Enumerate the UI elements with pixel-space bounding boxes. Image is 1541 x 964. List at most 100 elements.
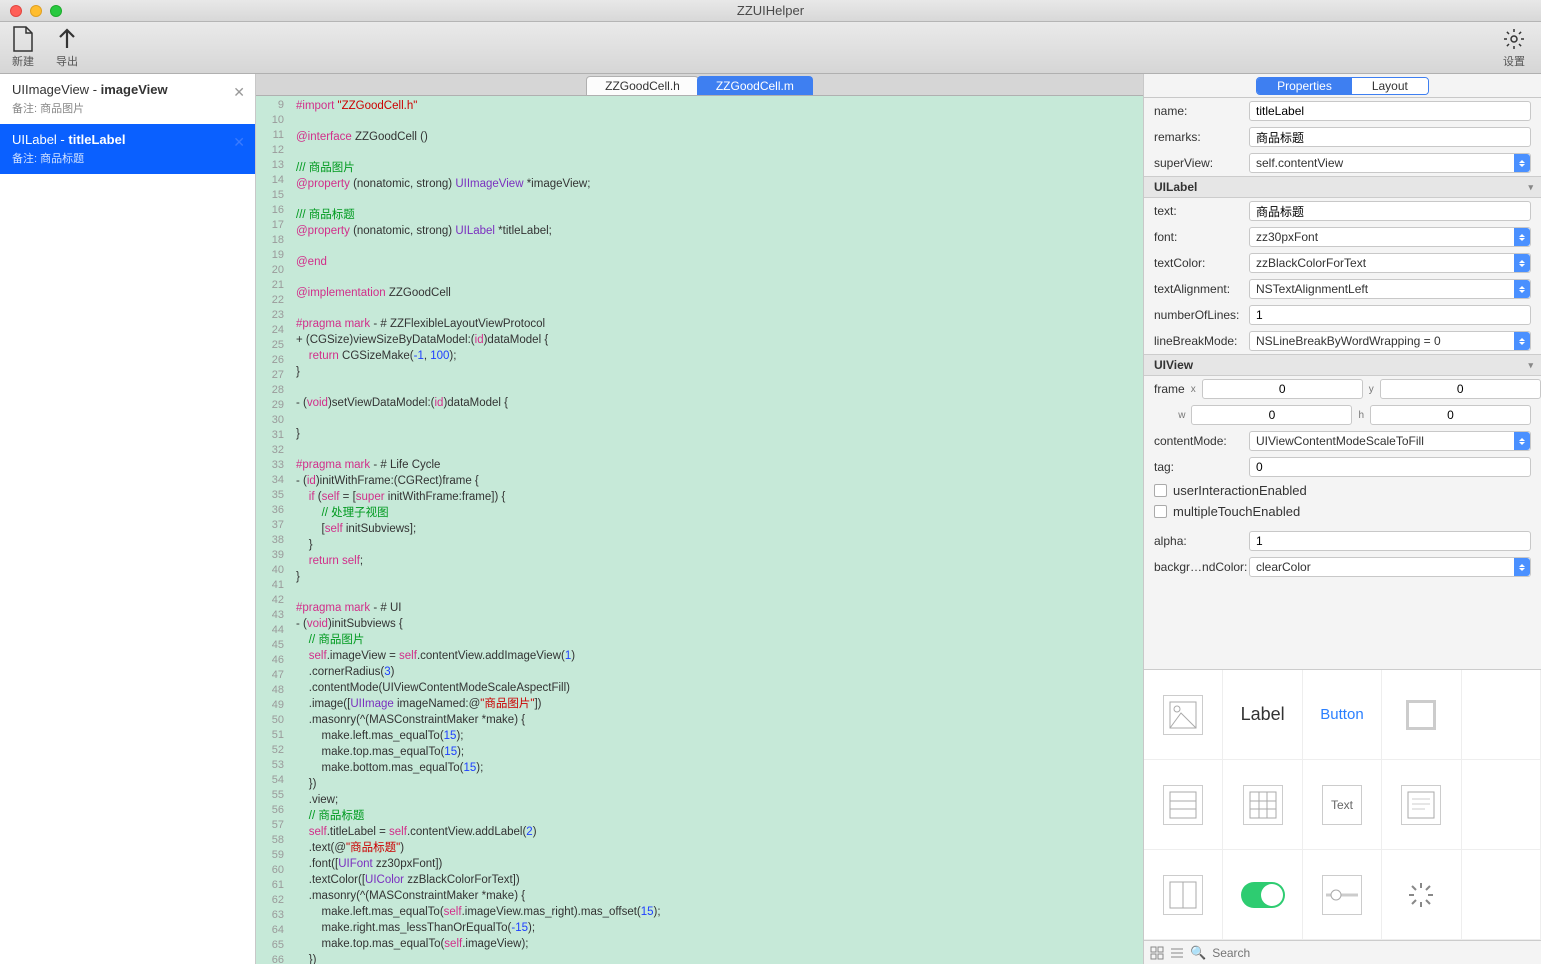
chevron-down-icon: ▾ [1528, 360, 1533, 371]
frame-x-input[interactable] [1202, 379, 1363, 399]
chevron-updown-icon [1514, 332, 1530, 350]
sidebar-item-imageview[interactable]: UIImageView - imageView 备注: 商品图片 ✕ [0, 74, 255, 124]
frame-h-input[interactable] [1370, 405, 1531, 425]
section-uilabel[interactable]: UILabel▾ [1144, 176, 1541, 198]
grid-view-icon[interactable] [1150, 946, 1164, 960]
close-icon[interactable]: ✕ [233, 84, 245, 101]
alpha-input[interactable] [1249, 531, 1531, 551]
search-input[interactable] [1212, 946, 1535, 960]
sidebar-item-title: UIImageView - imageView [12, 82, 243, 97]
palette-spinner[interactable] [1382, 850, 1461, 940]
name-input[interactable] [1249, 101, 1531, 121]
text-input[interactable] [1249, 201, 1531, 221]
chevron-updown-icon [1514, 154, 1530, 172]
palette-textview[interactable] [1382, 760, 1461, 850]
traffic-lights [10, 5, 62, 17]
image-icon [1163, 695, 1203, 735]
line-gutter: 9101112131415161718192021222324252627282… [256, 96, 290, 964]
tag-input[interactable] [1249, 457, 1531, 477]
settings-label: 设置 [1503, 53, 1525, 69]
close-icon[interactable]: ✕ [233, 134, 245, 151]
gear-icon [1501, 26, 1527, 52]
grid-icon [1243, 785, 1283, 825]
chevron-updown-icon [1514, 228, 1530, 246]
new-button[interactable]: 新建 [10, 26, 36, 69]
editor-tabs: ZZGoodCell.h ZZGoodCell.m [256, 74, 1143, 96]
settings-button[interactable]: 设置 [1501, 26, 1527, 69]
sidebar-item-remark: 备注: 商品图片 [12, 100, 243, 116]
frame-w-input[interactable] [1191, 405, 1352, 425]
remarks-input[interactable] [1249, 127, 1531, 147]
window-title: ZZUIHelper [737, 3, 804, 18]
bg-label: backgr…ndColor: [1154, 560, 1249, 574]
lbreak-select[interactable]: NSLineBreakByWordWrapping = 0 [1249, 331, 1531, 351]
nlines-input[interactable] [1249, 305, 1531, 325]
close-icon[interactable] [10, 5, 22, 17]
y-label: y [1369, 384, 1374, 395]
chevron-updown-icon [1514, 432, 1530, 450]
tab-impl[interactable]: ZZGoodCell.m [697, 76, 813, 95]
palette-view[interactable] [1382, 670, 1461, 760]
x-label: x [1191, 384, 1196, 395]
palette-scrollview[interactable] [1144, 850, 1223, 940]
inspector-tabs: Properties Layout [1144, 74, 1541, 98]
palette-textfield[interactable]: Text [1303, 760, 1382, 850]
font-select[interactable]: zz30pxFont [1249, 227, 1531, 247]
frame-y-input[interactable] [1380, 379, 1541, 399]
palette-switch[interactable] [1223, 850, 1302, 940]
rows-icon [1163, 785, 1203, 825]
component-palette: Label Button Text [1144, 669, 1541, 940]
text-icon: Text [1322, 785, 1362, 825]
superview-select[interactable]: self.contentView [1249, 153, 1531, 173]
spinner-icon [1407, 881, 1435, 909]
section-uiview[interactable]: UIView▾ [1144, 354, 1541, 376]
search-icon: 🔍 [1190, 945, 1206, 961]
textalign-label: textAlignment: [1154, 282, 1249, 296]
tab-properties[interactable]: Properties [1257, 78, 1352, 94]
palette-collectionview[interactable] [1223, 760, 1302, 850]
file-icon [10, 26, 36, 52]
mte-label: multipleTouchEnabled [1173, 504, 1300, 519]
w-label: w [1178, 410, 1185, 421]
palette-search: 🔍 [1144, 940, 1541, 964]
code-view[interactable]: #import "ZZGoodCell.h" @interface ZZGood… [290, 96, 1143, 964]
new-label: 新建 [12, 53, 34, 69]
uie-checkbox[interactable] [1154, 484, 1167, 497]
superview-label: superView: [1154, 156, 1249, 170]
mte-checkbox[interactable] [1154, 505, 1167, 518]
sidebar-item-titlelabel[interactable]: UILabel - titleLabel 备注: 商品标题 ✕ [0, 124, 255, 174]
editor: ZZGoodCell.h ZZGoodCell.m 91011121314151… [256, 74, 1143, 964]
chevron-updown-icon [1514, 254, 1530, 272]
remarks-label: remarks: [1154, 130, 1249, 144]
chevron-updown-icon [1514, 558, 1530, 576]
palette-tableview[interactable] [1144, 760, 1223, 850]
tab-header[interactable]: ZZGoodCell.h [586, 76, 699, 95]
chevron-down-icon: ▾ [1528, 182, 1533, 193]
arrow-up-icon [54, 26, 80, 52]
textalign-select[interactable]: NSTextAlignmentLeft [1249, 279, 1531, 299]
palette-label[interactable]: Label [1223, 670, 1302, 760]
tab-layout[interactable]: Layout [1352, 78, 1428, 94]
cmode-select[interactable]: UIViewContentModeScaleToFill [1249, 431, 1531, 451]
palette-imageview[interactable] [1144, 670, 1223, 760]
toolbar: 新建 导出 设置 [0, 22, 1541, 74]
lbreak-label: lineBreakMode: [1154, 334, 1249, 348]
textview-icon [1401, 785, 1441, 825]
cmode-label: contentMode: [1154, 434, 1249, 448]
sidebar-item-title: UILabel - titleLabel [12, 132, 243, 147]
minimize-icon[interactable] [30, 5, 42, 17]
inspector: Properties Layout name: remarks: superVi… [1143, 74, 1541, 964]
list-view-icon[interactable] [1170, 946, 1184, 960]
palette-slider[interactable] [1303, 850, 1382, 940]
bg-select[interactable]: clearColor [1249, 557, 1531, 577]
square-icon [1406, 700, 1436, 730]
alpha-label: alpha: [1154, 534, 1249, 548]
textcolor-select[interactable]: zzBlackColorForText [1249, 253, 1531, 273]
tag-label: tag: [1154, 460, 1249, 474]
palette-button[interactable]: Button [1303, 670, 1382, 760]
maximize-icon[interactable] [50, 5, 62, 17]
export-button[interactable]: 导出 [54, 26, 80, 69]
textcolor-label: textColor: [1154, 256, 1249, 270]
sidebar-item-remark: 备注: 商品标题 [12, 150, 243, 166]
font-label: font: [1154, 230, 1249, 244]
